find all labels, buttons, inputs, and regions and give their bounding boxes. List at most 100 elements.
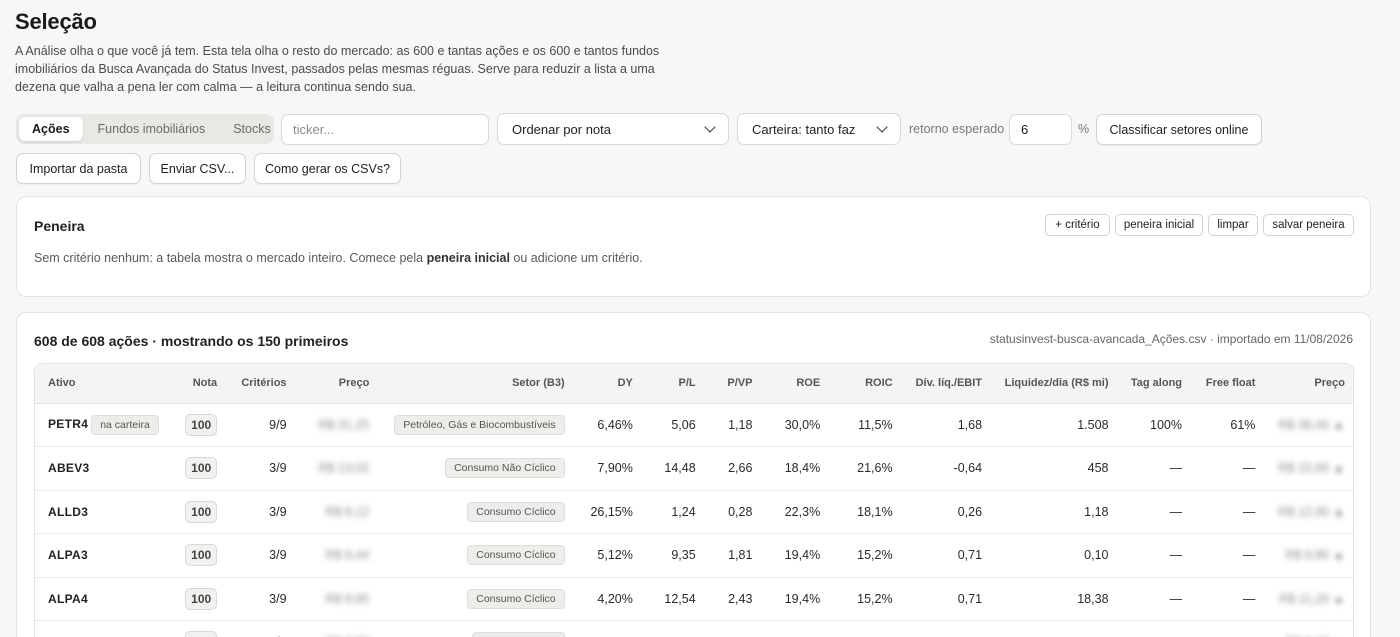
- nota-badge: 100: [185, 500, 218, 523]
- cell-tag-along: 100%: [1150, 417, 1183, 432]
- column-header[interactable]: Preço: [294, 364, 378, 404]
- na-carteira-badge: na carteira: [91, 414, 159, 435]
- cell-tag-along: —: [1169, 591, 1183, 606]
- column-header[interactable]: P/VP: [703, 364, 761, 404]
- column-header[interactable]: Dív. líq./EBIT: [900, 364, 991, 404]
- carteira-select[interactable]: Carteira: tanto faz: [737, 113, 901, 145]
- column-header[interactable]: Ativo: [35, 364, 178, 404]
- column-header[interactable]: Tag along: [1116, 364, 1191, 404]
- cell-nota: 100: [177, 447, 225, 491]
- carteira-select-value: Carteira: tanto faz: [752, 121, 856, 137]
- cell-free-float: —: [1242, 591, 1256, 606]
- retorno-input[interactable]: [1009, 114, 1072, 145]
- table-row[interactable]: PETR4 na carteira 100 9/9 R$ 31,25 Petróleo, …: [35, 403, 1353, 447]
- column-header[interactable]: Free float: [1190, 364, 1264, 404]
- column-header[interactable]: Critérios: [225, 364, 295, 404]
- column-header[interactable]: Setor (B3): [377, 364, 573, 404]
- order-select[interactable]: Ordenar por nota: [497, 113, 729, 145]
- table-row[interactable]: ALPA3 100 3/9 R$ 9,44 Consumo Cíclico 5,12% 9,…: [35, 534, 1353, 577]
- blurred-price: R$ 12,90 ▲: [1278, 504, 1345, 519]
- ticker-label[interactable]: ALPA4: [48, 592, 88, 606]
- cell-pvp: 2,43: [728, 591, 753, 606]
- cell-liquidez: 18,38: [1077, 591, 1109, 606]
- cell-preco-justo: R$ 12,90 ▲: [1263, 490, 1353, 534]
- column-header[interactable]: Preço: [1263, 364, 1353, 404]
- ticker-search-input[interactable]: [281, 114, 489, 145]
- table-row[interactable]: ARML31003/9R$ 7,80Bens Industriais3,10%1…: [35, 621, 1353, 637]
- table-row[interactable]: ALPA4 100 3/9 R$ 8,95 Consumo Cíclico 4,20% 12…: [35, 577, 1353, 621]
- peneira-inicial-button[interactable]: peneira inicial: [1115, 214, 1203, 236]
- cell-roic: 11,5%: [858, 417, 893, 432]
- table-header-row: Ativo Nota Critérios Preço Setor (B3) DY P/L P/…: [35, 364, 1353, 404]
- cell-liquidez: 7,05: [990, 621, 1116, 637]
- column-header[interactable]: ROIC: [828, 364, 901, 404]
- setor-badge: Petróleo, Gás e Biocombustíveis: [394, 414, 565, 435]
- como-gerar-csvs-button[interactable]: Como gerar os CSVs?: [254, 153, 401, 184]
- blurred-price: R$ 8,12: [325, 504, 370, 519]
- cell-criterios: 3/9: [269, 504, 287, 519]
- column-header[interactable]: P/L: [640, 364, 704, 404]
- column-header[interactable]: Liquidez/dia (R$ mi): [990, 364, 1117, 404]
- ticker-label[interactable]: ABEV3: [48, 461, 90, 475]
- cell-roic: 15,2%: [857, 591, 893, 606]
- cell-preco-justo: R$ 11,20 ▲: [1263, 577, 1353, 621]
- nota-badge: 100: [185, 631, 218, 637]
- cell-dy: 7,90%: [597, 461, 633, 476]
- page-title: Seleção: [15, 9, 97, 34]
- tab-stocks[interactable]: Stocks: [220, 117, 284, 141]
- blurred-price: R$ 15,60 ▲: [1278, 461, 1345, 476]
- peneira-inicial-link: peneira inicial: [426, 251, 510, 265]
- cell-free-float: —: [1242, 504, 1256, 519]
- cell-nota: 100: [177, 403, 225, 447]
- cell-criterios: 3/9: [269, 461, 287, 476]
- table-body: PETR4 na carteira 100 9/9 R$ 31,25 Petróleo, …: [35, 403, 1353, 637]
- nota-badge: 100: [185, 457, 218, 480]
- results-summary: 608 de 608 ações · mostrando os 150 prim…: [34, 333, 349, 349]
- cell-ticker: ALPA4: [35, 577, 177, 621]
- cell-preco: R$ 7,80: [295, 621, 378, 637]
- cell-pvp: 1,37: [704, 621, 761, 637]
- peneira-card: Peneira + critério peneira inicial limpa…: [16, 196, 1371, 297]
- cell-preco-justo: R$ 9,10 ▲: [1263, 621, 1353, 637]
- setor-badge: Bens Industriais: [471, 632, 565, 637]
- table-row[interactable]: ALLD3 100 3/9 R$ 8,12 Consumo Cíclico 26,15% 1…: [35, 490, 1353, 534]
- ticker-label[interactable]: ALLD3: [48, 505, 88, 519]
- cell-roe: 18,4%: [784, 461, 821, 476]
- enviar-csv-button[interactable]: Enviar CSV...: [149, 153, 246, 184]
- cell-ticker: ABEV3: [35, 447, 177, 491]
- cell-preco: R$ 13,02: [295, 447, 378, 491]
- cell-tag-along: —: [1117, 621, 1191, 637]
- limpar-button[interactable]: limpar: [1208, 214, 1258, 236]
- cell-roe: 19,4%: [784, 591, 821, 606]
- ticker-label[interactable]: PETR4: [48, 417, 88, 431]
- add-criterio-button[interactable]: + critério: [1045, 214, 1110, 236]
- cell-criterios: 3/9: [225, 621, 294, 637]
- cell-roe: 22,3%: [784, 504, 821, 519]
- column-header[interactable]: Nota: [177, 364, 226, 404]
- importar-pasta-button[interactable]: Importar da pasta: [16, 153, 141, 184]
- results-card: 608 de 608 ações · mostrando os 150 prim…: [16, 312, 1371, 637]
- cell-tag-along: —: [1169, 548, 1183, 563]
- cell-liquidez: 1.508: [1077, 417, 1109, 432]
- peneira-title: Peneira: [34, 218, 85, 234]
- ticker-label[interactable]: ALPA3: [48, 548, 88, 562]
- cell-liquidez: 1,18: [1084, 504, 1109, 519]
- salvar-peneira-button[interactable]: salvar peneira: [1263, 214, 1354, 236]
- classificar-setores-button[interactable]: Classificar setores online: [1096, 114, 1262, 145]
- tab-acoes[interactable]: Ações: [19, 117, 83, 141]
- setor-badge: Consumo Cíclico: [467, 588, 565, 609]
- cell-ticker: PETR4 na carteira: [35, 403, 177, 447]
- cell-liquidez: 0,10: [1084, 548, 1109, 563]
- cell-preco: R$ 31,25: [295, 403, 378, 447]
- nota-badge: 100: [185, 413, 218, 436]
- cell-div-liq-ebit: 0,71: [957, 591, 983, 606]
- column-header[interactable]: DY: [572, 364, 641, 404]
- blurred-price: R$ 8,95: [325, 591, 370, 606]
- tab-fundos-imobiliarios[interactable]: Fundos imobiliários: [85, 117, 219, 141]
- table-row[interactable]: ABEV3 100 3/9 R$ 13,02 Consumo Não Cíclico 7,…: [35, 447, 1353, 491]
- cell-roic: 15,2%: [857, 548, 893, 563]
- cell-setor: Petróleo, Gás e Biocombustíveis: [377, 403, 572, 447]
- column-header[interactable]: ROE: [760, 364, 829, 404]
- peneira-empty-message: Sem critério nenhum: a tabela mostra o m…: [34, 251, 643, 265]
- cell-roe: 27,0%: [760, 621, 828, 637]
